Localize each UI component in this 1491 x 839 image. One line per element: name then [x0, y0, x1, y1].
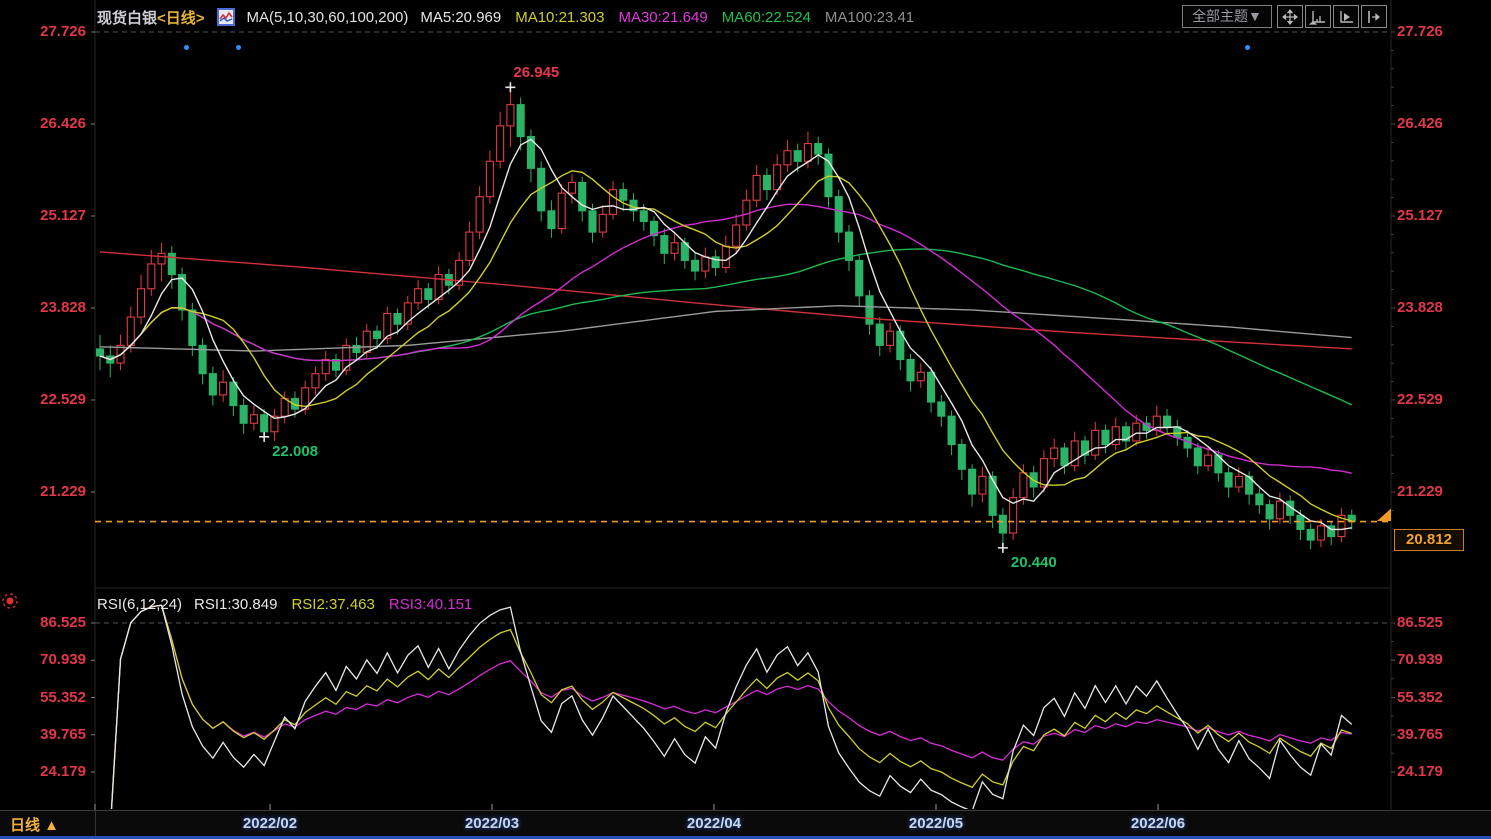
- instrument-title: 现货白银<日线>: [97, 7, 205, 28]
- legend-value: MA100:23.41: [824, 8, 915, 26]
- rsi-tick-label: 55.352: [1397, 688, 1443, 706]
- timeframe-selector[interactable]: 日线 ▲: [10, 814, 59, 835]
- pane-exit-icon[interactable]: [1361, 5, 1387, 28]
- theme-dropdown[interactable]: 全部主题▼: [1182, 5, 1272, 28]
- price-tick-label: 25.127: [40, 207, 86, 224]
- line-chart-icon[interactable]: [216, 8, 235, 26]
- chart-canvas[interactable]: [0, 0, 1491, 839]
- last-price-badge: 20.812: [1394, 528, 1464, 551]
- x-axis-month-label: 2022/02: [242, 815, 298, 832]
- price-tick-label: 21.229: [1397, 483, 1443, 500]
- price-annotation: 20.440: [1010, 553, 1057, 571]
- time-axis-bar: [0, 810, 1491, 837]
- axis-play-icon[interactable]: [1333, 5, 1359, 28]
- x-axis-month-label: 2022/04: [686, 815, 742, 832]
- price-tick-label: 27.726: [1397, 23, 1443, 40]
- alert-dot: [184, 45, 189, 50]
- rsi-tick-label: 24.179: [40, 763, 86, 780]
- price-tick-label: 23.828: [1397, 298, 1443, 316]
- rsi-tick-label: 39.765: [1397, 725, 1443, 743]
- price-tick-label: 26.426: [40, 115, 86, 133]
- legend-value: RSI1:30.849: [194, 595, 278, 613]
- legend-value: MA60:22.524: [721, 8, 811, 26]
- price-annotation: 26.945: [513, 64, 560, 82]
- main-chart-legend: 现货白银<日线> MA(5,10,30,60,100,200) MA5:20.9…: [97, 6, 914, 28]
- legend-value: MA5:20.969: [420, 8, 502, 26]
- price-tick-label: 22.529: [40, 390, 86, 408]
- price-tick-label: 25.127: [1397, 207, 1443, 224]
- rsi-tick-label: 39.765: [40, 725, 86, 743]
- ma-params-label: MA(5,10,30,60,100,200): [246, 8, 409, 26]
- price-tick-label: 21.229: [40, 483, 86, 500]
- alert-dot: [236, 45, 241, 50]
- instrument-name: 现货白银: [97, 9, 158, 27]
- rsi-tick-label: 70.939: [1397, 651, 1443, 669]
- rsi-tick-label: 70.939: [40, 651, 86, 669]
- x-axis-month-label: 2022/05: [908, 815, 964, 832]
- trading-app-window: 现货白银<日线> MA(5,10,30,60,100,200) MA5:20.9…: [0, 0, 1491, 839]
- rsi-tick-label: 24.179: [1397, 763, 1443, 780]
- timeframe-suffix: <日线>: [157, 9, 205, 27]
- x-axis-month-label: 2022/03: [464, 815, 520, 832]
- price-tick-label: 26.426: [1397, 115, 1443, 133]
- rsi-tick-label: 55.352: [40, 688, 86, 706]
- price-tick-label: 27.726: [40, 23, 86, 40]
- rsi-tick-label: 86.525: [40, 614, 86, 631]
- price-tick-label: 23.828: [40, 298, 86, 316]
- legend-value: RSI2:37.463: [291, 595, 375, 613]
- axis-scale-icon[interactable]: [1305, 5, 1331, 28]
- crosshair-move-icon[interactable]: [1277, 5, 1303, 28]
- legend-value: MA30:21.649: [618, 8, 708, 26]
- price-annotation: 22.008: [272, 442, 319, 460]
- ma-legend-values: MA5:20.969 MA10:21.303 MA30:21.649 MA60:22.…: [420, 9, 914, 26]
- rsi-params-label: RSI(6,12,24): [97, 595, 183, 613]
- axis-separator: [95, 811, 96, 836]
- price-tick-label: 22.529: [1397, 390, 1443, 408]
- alert-dot: [1245, 45, 1250, 50]
- rsi-legend-values: RSI1:30.849 RSI2:37.463 RSI3:40.151: [194, 596, 472, 613]
- indicator-dot-icon[interactable]: [1, 592, 19, 615]
- rsi-legend: RSI(6,12,24) RSI1:30.849 RSI2:37.463 RSI3:…: [97, 594, 472, 614]
- x-axis-month-label: 2022/06: [1130, 815, 1186, 832]
- legend-value: MA10:21.303: [515, 8, 605, 26]
- rsi-tick-label: 86.525: [1397, 614, 1443, 631]
- legend-value: RSI3:40.151: [388, 595, 473, 613]
